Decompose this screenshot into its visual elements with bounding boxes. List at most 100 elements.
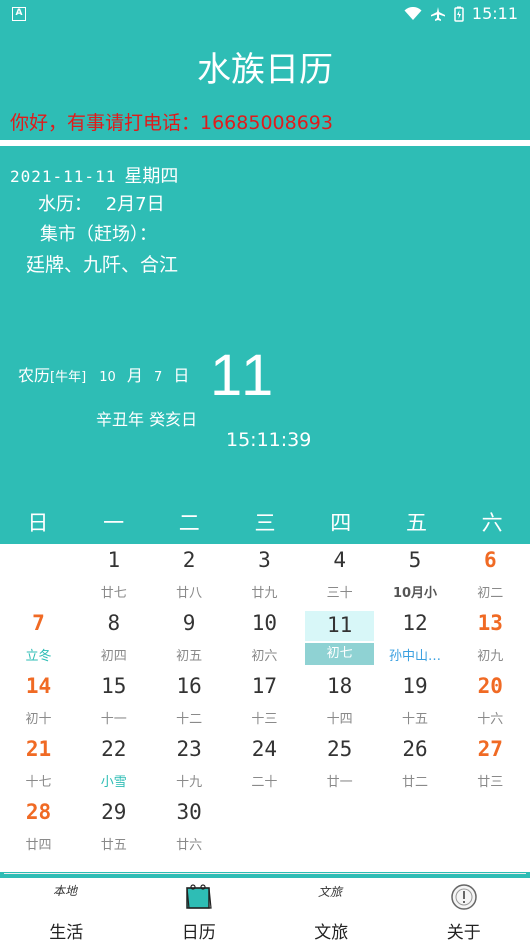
- calendar-day[interactable]: 27 廿三: [453, 733, 528, 795]
- calendar-day[interactable]: 29 廿五: [76, 796, 151, 858]
- day-lunar-label: 廿七: [100, 586, 127, 601]
- calendar-day[interactable]: 6 初二: [453, 544, 528, 606]
- day-lunar-label: 廿六: [176, 838, 203, 853]
- day-lunar-label: 10月小: [392, 586, 438, 601]
- local-life-icon: 本地: [53, 884, 79, 898]
- day-lunar-label: 孙中山…: [388, 649, 441, 664]
- weekday-header: 日 一 二 三 四 五 六: [0, 502, 530, 544]
- calendar-day[interactable]: 23 十九: [152, 733, 227, 795]
- tab-calendar[interactable]: 日历: [133, 878, 266, 940]
- tab-about[interactable]: 关于: [398, 878, 530, 940]
- calendar-day[interactable]: 8 初四: [76, 607, 151, 669]
- svg-text:本地: 本地: [53, 884, 79, 898]
- calendar-day[interactable]: 28 廿四: [1, 796, 76, 858]
- lunar-date: 农历[牛年] 10 月 7 日: [18, 362, 189, 386]
- day-lunar-label: 十四: [326, 712, 353, 727]
- day-number: 15: [101, 674, 127, 698]
- calendar-day[interactable]: 17 十三: [227, 670, 302, 732]
- calendar-day[interactable]: 16 十二: [152, 670, 227, 732]
- day-lunar-label: 十二: [176, 712, 203, 727]
- wifi-icon: [404, 6, 422, 20]
- lunar-month: 10: [99, 370, 116, 385]
- gregorian-date: 2021-11-11 星期四: [10, 162, 178, 188]
- market-places: 廷牌、九阡、合江: [26, 254, 179, 276]
- day-number: 2: [182, 548, 196, 572]
- svg-text:文旅: 文旅: [318, 885, 344, 899]
- tab-calendar-label: 日历: [181, 923, 216, 940]
- weekday-sun: 日: [27, 511, 49, 535]
- day-lunar-label: 初九: [477, 649, 504, 664]
- tab-culture[interactable]: 文旅 文旅: [265, 878, 398, 940]
- clock-status: 15:11: [471, 4, 518, 23]
- day-number: 22: [101, 737, 127, 761]
- bottom-nav: 本地 生活 日历 文旅 文旅 关于: [0, 878, 530, 940]
- app-notification-icon: A: [12, 7, 26, 21]
- day-lunar-label: 三十: [326, 586, 353, 601]
- weekday-text: 星期四: [124, 166, 179, 187]
- day-number: 23: [176, 737, 202, 761]
- day-lunar-label: 廿五: [100, 838, 127, 853]
- day-number: 24: [251, 737, 278, 761]
- tab-culture-label: 文旅: [314, 923, 349, 940]
- app-header: 水族日历 你好，有事请打电话：16685008693: [0, 28, 530, 140]
- weekday-fri: 五: [405, 511, 427, 535]
- day-number: 27: [477, 737, 503, 761]
- calendar-day[interactable]: 19 十五: [378, 670, 453, 732]
- day-lunar-label: 初二: [477, 586, 504, 601]
- calendar-day[interactable]: 1 廿七: [76, 544, 151, 606]
- calendar-day[interactable]: 5 10月小: [378, 544, 453, 606]
- tab-life[interactable]: 本地 生活: [0, 878, 133, 940]
- calendar-day[interactable]: 7 立冬: [1, 607, 76, 669]
- day-number: 10: [251, 611, 278, 635]
- calendar-day[interactable]: 4 三十: [302, 544, 377, 606]
- calendar-day[interactable]: 10 初六: [227, 607, 302, 669]
- day-number: 11: [305, 611, 375, 641]
- live-clock: 15:11:39: [226, 429, 312, 451]
- calendar-day[interactable]: 12 孙中山…: [378, 607, 453, 669]
- calendar-day[interactable]: 25 廿一: [302, 733, 377, 795]
- day-number: 6: [483, 548, 497, 572]
- calendar-day[interactable]: 14 初十: [1, 670, 76, 732]
- day-lunar-label: 廿四: [25, 838, 52, 853]
- calendar-day[interactable]: 15 十一: [76, 670, 151, 732]
- day-number: 16: [176, 674, 202, 698]
- day-number: 8: [107, 611, 121, 635]
- airplane-mode-icon: [430, 6, 445, 21]
- weekday-sat: 六: [481, 511, 503, 535]
- lunar-year: [牛年]: [50, 370, 87, 385]
- tab-about-label: 关于: [446, 923, 481, 940]
- day-number: 29: [101, 800, 127, 824]
- day-number: 20: [477, 674, 503, 698]
- day-number: 25: [327, 737, 353, 761]
- calendar-day[interactable]: 24 二十: [227, 733, 302, 795]
- calendar-day[interactable]: 21 十七: [1, 733, 76, 795]
- lunar-day: 7: [154, 370, 163, 385]
- calendar-day[interactable]: 2 廿八: [152, 544, 227, 606]
- battery-icon: [454, 6, 464, 22]
- calendar-day[interactable]: 26 廿二: [378, 733, 453, 795]
- calendar-day[interactable]: 18 十四: [302, 670, 377, 732]
- water-calendar-value: 2月7日: [105, 194, 165, 215]
- hotline-notice[interactable]: 你好，有事请打电话：16685008693: [10, 108, 333, 135]
- day-number: 4: [333, 548, 347, 572]
- calendar-day-today[interactable]: 11 初七: [302, 607, 377, 669]
- weekday-tue: 二: [178, 511, 200, 535]
- calendar-day[interactable]: 13 初九: [453, 607, 528, 669]
- water-calendar-label: 水历：: [38, 194, 92, 215]
- day-number: 7: [32, 611, 45, 635]
- day-lunar-label: 廿九: [251, 586, 278, 601]
- calendar-day[interactable]: 22 小雪: [76, 733, 151, 795]
- day-number: 26: [402, 737, 428, 761]
- calendar-day[interactable]: 30 廿六: [152, 796, 227, 858]
- day-number: 3: [258, 548, 271, 572]
- day-number: 19: [402, 674, 428, 698]
- day-lunar-label: 十一: [100, 712, 127, 727]
- calendar-day[interactable]: 3 廿九: [227, 544, 302, 606]
- day-lunar-label: 十六: [477, 712, 504, 727]
- calendar-day[interactable]: 9 初五: [152, 607, 227, 669]
- day-lunar-label: 初五: [176, 649, 203, 664]
- water-calendar-date: 水历： 2月7日: [38, 190, 165, 216]
- day-lunar-label: 十五: [401, 712, 428, 727]
- calendar-day[interactable]: 20 十六: [453, 670, 528, 732]
- day-lunar-label: 廿二: [401, 775, 428, 790]
